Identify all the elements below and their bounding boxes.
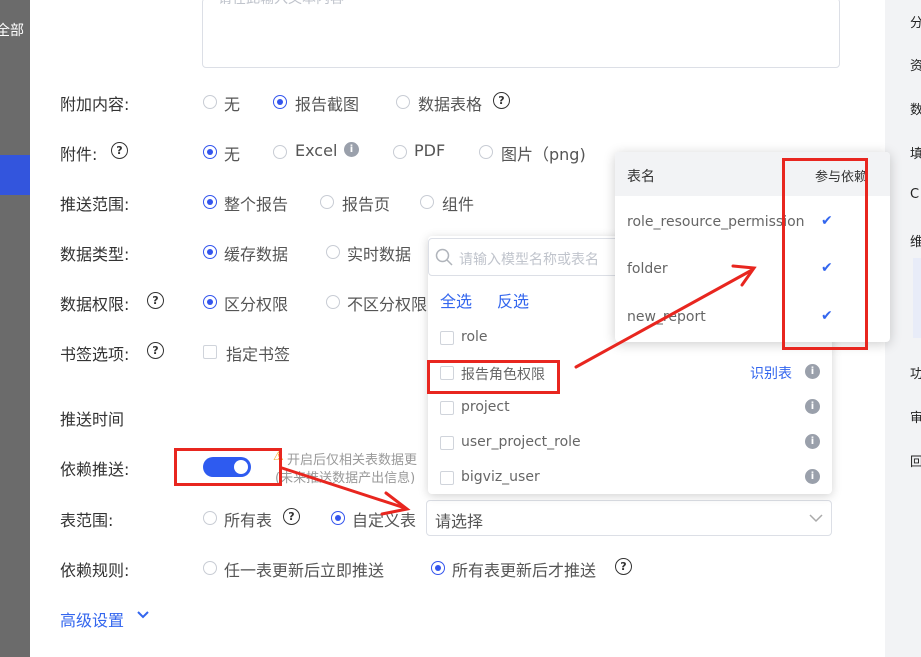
arrow-line (574, 268, 754, 369)
annotation-arrows (280, 264, 757, 516)
arrow-line (280, 466, 407, 510)
